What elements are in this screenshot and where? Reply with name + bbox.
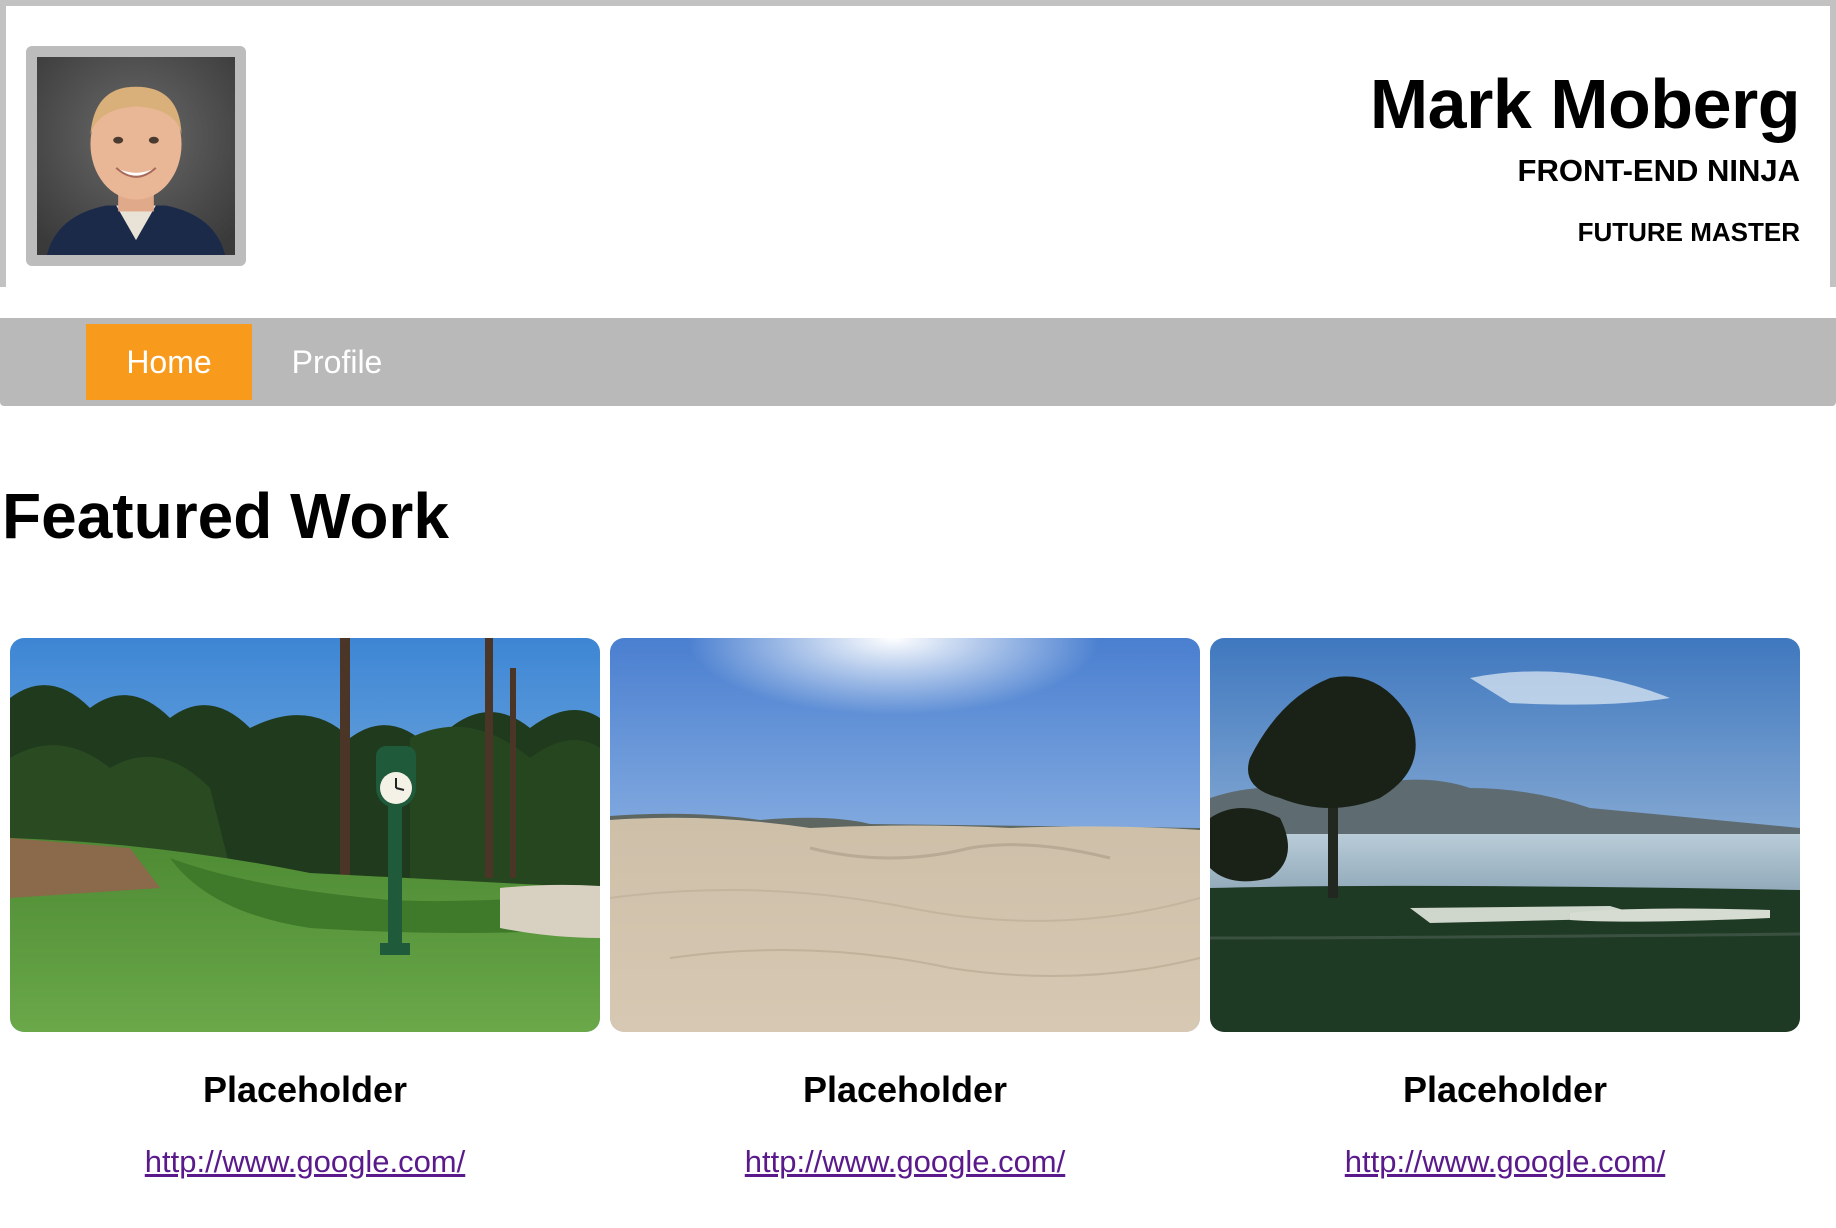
featured-image[interactable]	[610, 638, 1200, 1032]
coastal-cypress-photo	[1210, 638, 1800, 1032]
person-name: Mark Moberg	[1369, 65, 1801, 143]
featured-card: Placeholder http://www.google.com/	[610, 638, 1200, 1182]
nav-item-profile[interactable]: Profile	[272, 324, 402, 400]
main-nav: Home Profile	[0, 318, 1836, 406]
featured-caption: Placeholder	[202, 1069, 408, 1110]
name-block: Mark Moberg FRONT-END NINJA FUTURE MASTE…	[1369, 64, 1801, 248]
featured-image[interactable]	[10, 638, 600, 1032]
featured-caption: Placeholder	[802, 1069, 1008, 1110]
page-header: Mark Moberg FRONT-END NINJA FUTURE MASTE…	[0, 0, 1836, 287]
featured-link[interactable]: http://www.google.com/	[1210, 1142, 1800, 1182]
featured-link[interactable]: http://www.google.com/	[610, 1142, 1200, 1182]
featured-caption: Placeholder	[1402, 1069, 1608, 1110]
golf-course-photo	[10, 638, 600, 1032]
featured-card: Placeholder http://www.google.com/	[10, 638, 600, 1182]
section-title: Featured Work	[2, 480, 449, 552]
featured-link[interactable]: http://www.google.com/	[10, 1142, 600, 1182]
profile-photo	[37, 57, 235, 255]
featured-card: Placeholder http://www.google.com/	[1210, 638, 1800, 1182]
featured-image[interactable]	[1210, 638, 1800, 1032]
sand-dunes-photo	[610, 638, 1200, 1032]
job-title: FRONT-END NINJA	[1517, 153, 1800, 188]
avatar	[26, 46, 246, 266]
nav-item-home[interactable]: Home	[86, 324, 252, 400]
job-subtitle: FUTURE MASTER	[1577, 217, 1800, 247]
